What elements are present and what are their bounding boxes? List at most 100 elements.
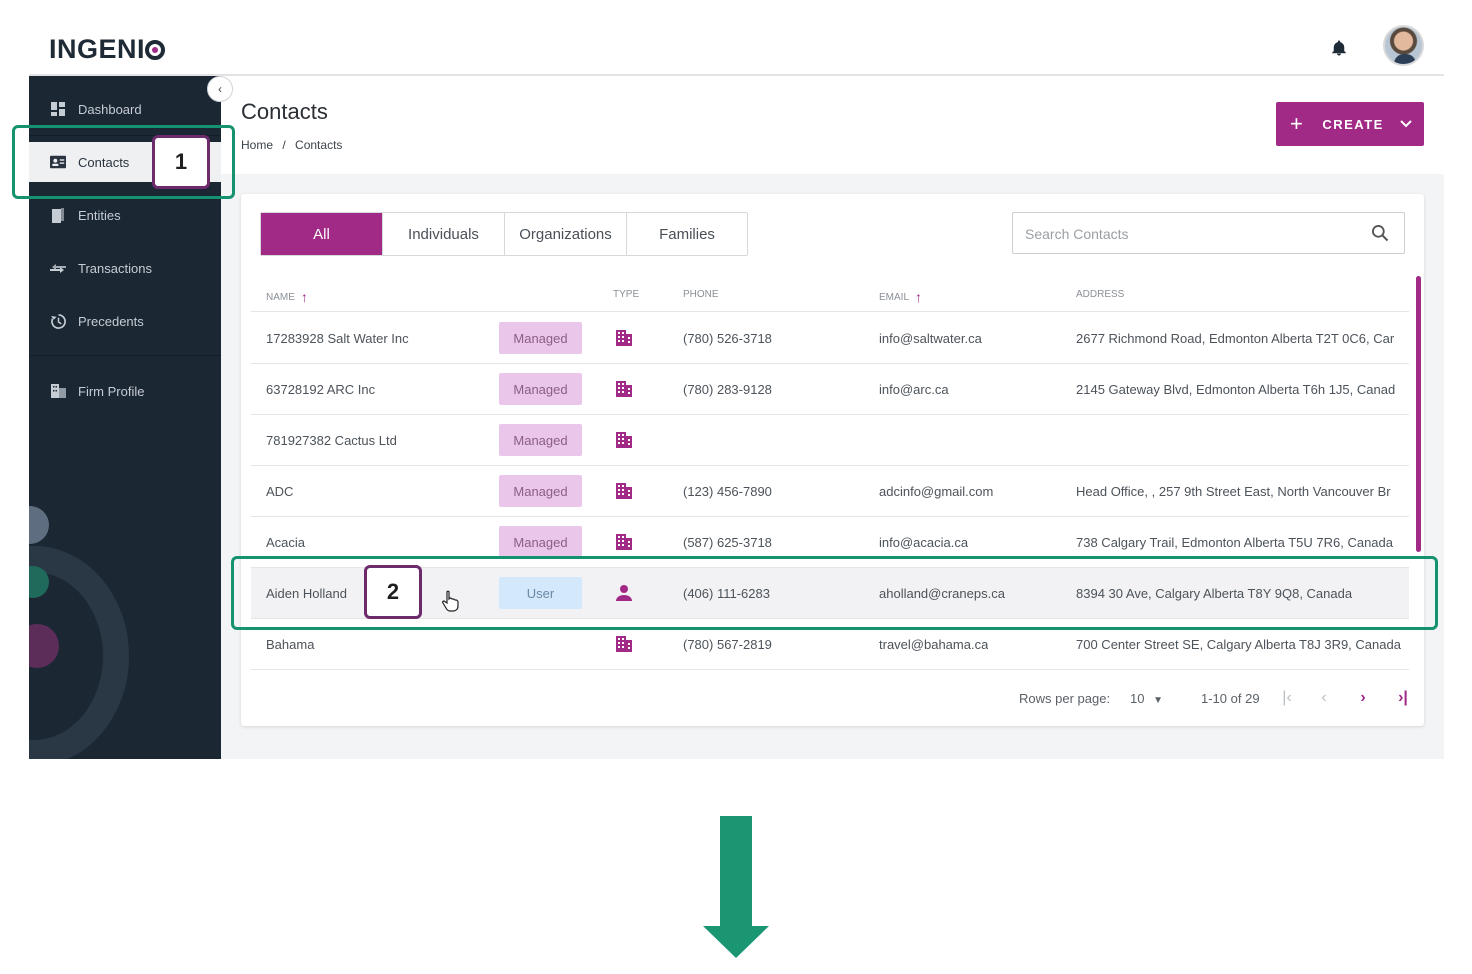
chevron-down-icon bbox=[1400, 120, 1412, 128]
tab-all[interactable]: All bbox=[261, 213, 383, 255]
rows-per-page-value: 10 bbox=[1130, 691, 1145, 706]
table-header: NAME ↑ TYPE PHONE EMAIL ↑ ADDRESS bbox=[251, 280, 1409, 312]
caret-down-icon: ▼ bbox=[1153, 695, 1163, 706]
last-page-button[interactable]: ›| bbox=[1393, 688, 1413, 708]
history-icon bbox=[50, 313, 66, 329]
table-row[interactable]: 17283928 Salt Water Inc Managed (780) 526-… bbox=[251, 313, 1409, 364]
page-header: Contacts Home / Contacts + CREATE bbox=[221, 76, 1444, 174]
bell-icon[interactable] bbox=[1330, 38, 1348, 58]
sidebar-item-label: Entities bbox=[78, 207, 121, 223]
table-row[interactable]: ADC Managed (123) 456-7890 adcinfo@gmail.co… bbox=[251, 466, 1409, 517]
search-icon[interactable] bbox=[1370, 223, 1390, 243]
app-logo: INGENI bbox=[49, 34, 166, 65]
page: INGENI Dashboard Contacts Entities Trans… bbox=[0, 0, 1472, 974]
user-avatar[interactable] bbox=[1383, 25, 1424, 66]
building-icon bbox=[616, 432, 632, 448]
next-page-button[interactable]: › bbox=[1353, 688, 1373, 708]
sidebar-item-transactions[interactable]: Transactions bbox=[29, 248, 221, 288]
sort-ascending-icon: ↑ bbox=[915, 289, 923, 305]
breadcrumb-home[interactable]: Home bbox=[241, 138, 273, 152]
contact-type-tabs: All Individuals Organizations Families bbox=[260, 212, 748, 256]
step-badge-1: 1 bbox=[152, 135, 210, 189]
cell-phone: (123) 456-7890 bbox=[683, 483, 772, 499]
step-badge-2: 2 bbox=[364, 565, 422, 619]
previous-page-button[interactable]: ‹ bbox=[1314, 688, 1334, 708]
contacts-card: All Individuals Organizations Families N… bbox=[241, 194, 1424, 726]
cell-name: 781927382 Cactus Ltd bbox=[266, 432, 397, 448]
building-icon bbox=[616, 483, 632, 499]
sidebar-item-firm-profile[interactable]: Firm Profile bbox=[29, 371, 221, 411]
cell-phone: (780) 526-3718 bbox=[683, 330, 772, 346]
breadcrumb-current: Contacts bbox=[295, 138, 343, 152]
create-button[interactable]: + CREATE bbox=[1276, 102, 1424, 146]
sidebar-item-label: Firm Profile bbox=[78, 383, 145, 399]
column-header-address[interactable]: ADDRESS bbox=[1076, 289, 1124, 300]
cell-name: 63728192 ARC Inc bbox=[266, 381, 376, 397]
tab-families[interactable]: Families bbox=[627, 213, 747, 255]
plus-icon: + bbox=[1290, 111, 1305, 136]
dashboard-icon bbox=[50, 101, 66, 117]
pagination: Rows per page: 10 ▼ 1-10 of 29 |‹ ‹ › ›| bbox=[241, 684, 1424, 714]
sidebar-item-dashboard[interactable]: Dashboard bbox=[29, 89, 221, 129]
column-label: TYPE bbox=[613, 289, 640, 300]
last-page-icon: ›| bbox=[1398, 689, 1408, 706]
entities-icon bbox=[50, 207, 66, 223]
column-header-name[interactable]: NAME ↑ bbox=[266, 289, 308, 305]
cell-email: adcinfo@gmail.com bbox=[879, 483, 994, 499]
sidebar-item-precedents[interactable]: Precedents bbox=[29, 301, 221, 341]
collapse-sidebar-button[interactable]: ‹ bbox=[207, 76, 233, 102]
table-row[interactable]: 781927382 Cactus Ltd Managed bbox=[251, 415, 1409, 466]
breadcrumb-separator: / bbox=[282, 138, 286, 152]
column-label: ADDRESS bbox=[1076, 289, 1125, 300]
column-label: PHONE bbox=[683, 289, 719, 300]
cell-address bbox=[1076, 415, 1408, 465]
rows-per-page-select[interactable]: 10 ▼ bbox=[1130, 691, 1163, 706]
main-content: Contacts Home / Contacts + CREATE All In… bbox=[221, 76, 1444, 759]
hand-cursor-icon bbox=[441, 590, 459, 612]
status-badge: Managed bbox=[499, 475, 582, 507]
top-header: INGENI bbox=[29, 18, 1444, 76]
cell-name: 17283928 Salt Water Inc bbox=[266, 330, 409, 346]
page-range: 1-10 of 29 bbox=[1201, 691, 1260, 706]
sidebar-item-label: Dashboard bbox=[78, 101, 142, 117]
column-header-email[interactable]: EMAIL ↑ bbox=[879, 289, 922, 305]
building-icon bbox=[50, 383, 66, 399]
column-header-phone[interactable]: PHONE bbox=[683, 289, 719, 300]
transactions-icon bbox=[50, 260, 66, 276]
status-badge: Managed bbox=[499, 322, 582, 354]
building-icon bbox=[616, 330, 632, 346]
tab-organizations[interactable]: Organizations bbox=[505, 213, 627, 255]
tab-individuals[interactable]: Individuals bbox=[383, 213, 505, 255]
sort-ascending-icon: ↑ bbox=[300, 289, 308, 305]
breadcrumb: Home / Contacts bbox=[241, 138, 348, 152]
status-badge: Managed bbox=[499, 526, 582, 558]
sidebar-item-entities[interactable]: Entities bbox=[29, 195, 221, 235]
building-icon bbox=[616, 534, 632, 550]
column-label: EMAIL bbox=[879, 291, 910, 303]
building-icon bbox=[616, 636, 632, 652]
first-page-icon: |‹ bbox=[1282, 689, 1292, 706]
cell-address: 2677 Richmond Road, Edmonton Alberta T2T… bbox=[1076, 330, 1395, 346]
search-box bbox=[1012, 212, 1405, 254]
down-arrow-icon bbox=[703, 816, 769, 958]
cell-phone: (780) 283-9128 bbox=[683, 381, 772, 397]
column-label: NAME bbox=[266, 291, 295, 303]
cell-email: info@saltwater.ca bbox=[879, 330, 982, 346]
building-icon bbox=[616, 381, 632, 397]
table-row[interactable]: 63728192 ARC Inc Managed (780) 283-9128 inf… bbox=[251, 364, 1409, 415]
chevron-left-icon: ‹ bbox=[218, 82, 222, 96]
divider bbox=[29, 355, 221, 356]
type-icon-cell bbox=[614, 415, 634, 465]
first-page-button[interactable]: |‹ bbox=[1277, 688, 1297, 708]
sidebar-item-label: Transactions bbox=[78, 260, 152, 276]
rows-per-page-label: Rows per page: bbox=[1019, 691, 1111, 706]
cell-address: 2145 Gateway Blvd, Edmonton Alberta T6h … bbox=[1076, 381, 1396, 397]
chevron-right-icon: › bbox=[1360, 689, 1366, 706]
column-header-type[interactable]: TYPE bbox=[613, 289, 639, 300]
search-input[interactable] bbox=[1025, 223, 1345, 245]
cell-address: Head Office, , 257 9th Street East, Nort… bbox=[1076, 483, 1391, 499]
table-scrollbar[interactable] bbox=[1416, 276, 1421, 552]
type-icon-cell bbox=[614, 466, 634, 516]
chevron-left-icon: ‹ bbox=[1321, 689, 1327, 706]
status-badge: Managed bbox=[499, 373, 582, 405]
